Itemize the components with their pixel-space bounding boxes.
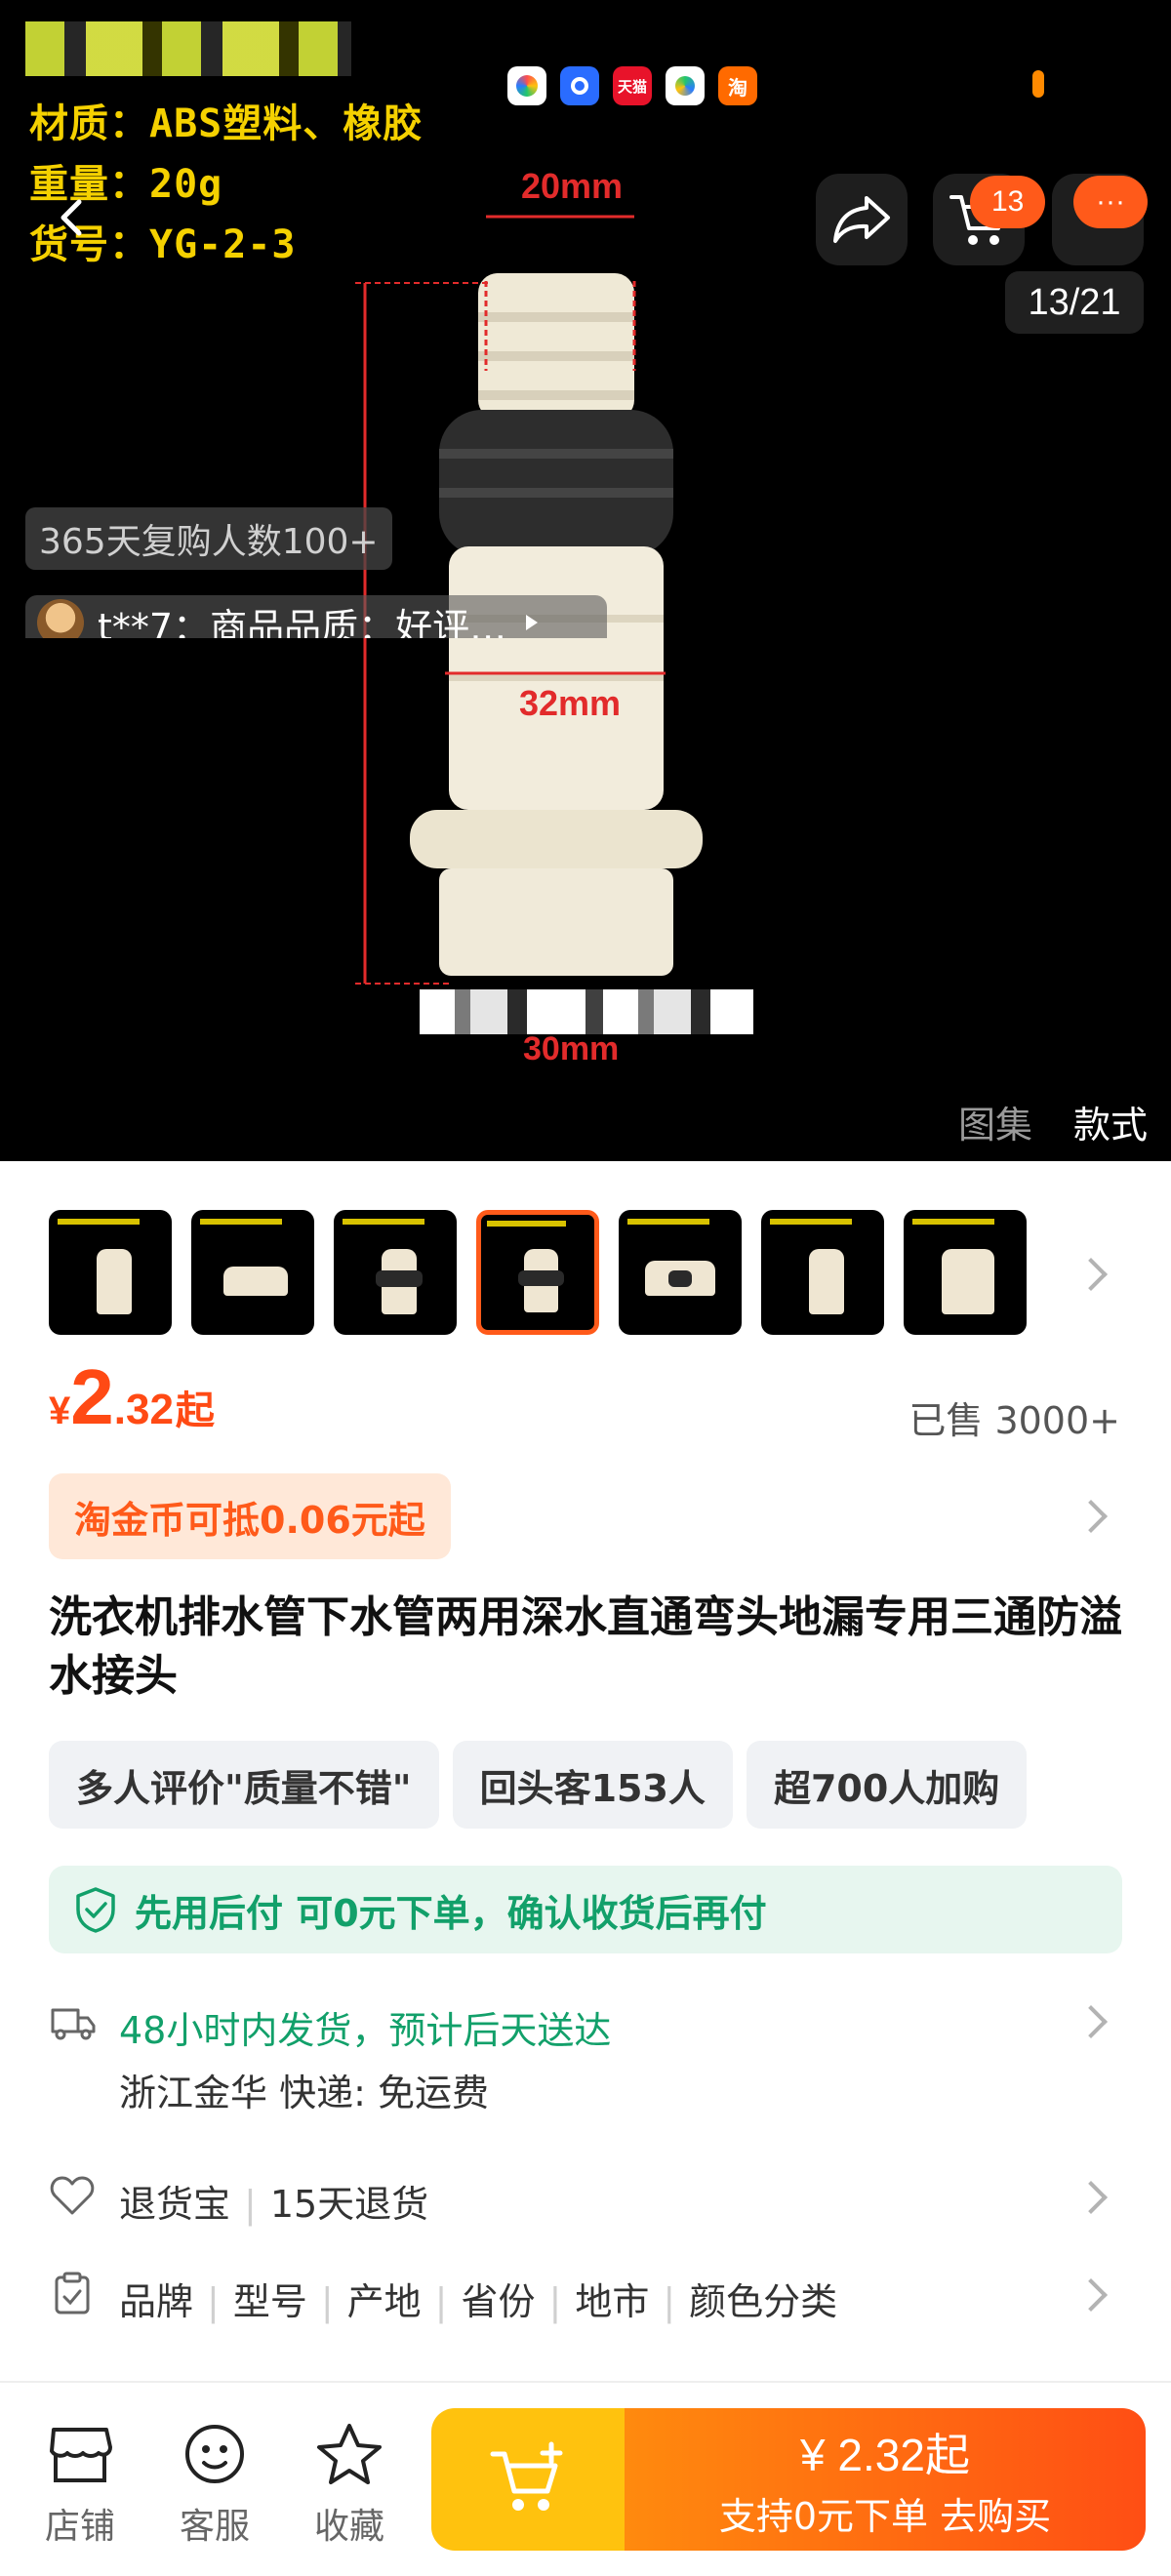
price-currency: ¥ (49, 1389, 71, 1432)
attribute-item: 型号 (232, 2280, 307, 2323)
shipping-origin-fee: 浙江金华 快递: 免运费 (119, 2072, 489, 2114)
buy-price: ¥ 2.32起 (800, 2429, 970, 2480)
style-thumbnails (49, 1210, 1027, 1335)
clipboard-icon (55, 2272, 90, 2314)
repurchase-badge: 365天复购人数100+ (25, 507, 392, 570)
add-to-cart-button[interactable] (431, 2408, 625, 2551)
highlight-chip[interactable]: 多人评价"质量不错" (49, 1741, 439, 1829)
purchase-cta: ¥ 2.32起 支持0元下单 去购买 (431, 2408, 1146, 2551)
returns-label: 退货宝 (119, 2183, 231, 2226)
share-icon (833, 196, 890, 243)
tab-styles[interactable]: 款式 (1073, 1095, 1148, 1148)
buy-subtitle: 支持0元下单 去购买 (718, 2494, 1052, 2538)
highlight-chip[interactable]: 回头客153人 (452, 1741, 733, 1829)
heart-icon (50, 2176, 95, 2215)
dimension-label: 32mm (519, 683, 622, 723)
price: ¥ 2 .32 起 (49, 1358, 215, 1436)
style-thumbnail[interactable] (49, 1210, 172, 1335)
tab-gallery[interactable]: 图集 (958, 1095, 1032, 1148)
style-thumbnail[interactable] (619, 1210, 742, 1335)
chevron-right-icon[interactable] (1074, 1258, 1108, 1291)
price-suffix: 起 (175, 1389, 215, 1432)
style-thumbnail[interactable] (761, 1210, 884, 1335)
style-thumbnail-selected[interactable] (476, 1210, 599, 1335)
chevron-left-icon (61, 199, 82, 236)
dimension-label: 20mm (521, 166, 624, 206)
service-label: 客服 (179, 2507, 250, 2547)
attribute-item: 产地 (346, 2280, 422, 2323)
chevron-right-icon[interactable] (1074, 1500, 1108, 1533)
taobao-icon: 淘 (718, 66, 757, 105)
app-icon (666, 66, 705, 105)
style-thumbnail[interactable] (904, 1210, 1027, 1335)
style-thumbnail[interactable] (191, 1210, 314, 1335)
style-thumbnail[interactable] (334, 1210, 457, 1335)
pay-later-text: 先用后付 可0元下单，确认收货后再付 (135, 1891, 767, 1935)
watermark-obscured (420, 989, 753, 1034)
spec-line: 材质：ABS塑料、橡胶 (29, 101, 424, 146)
status-app-icons: 天猫 淘 (507, 66, 757, 105)
attribute-item: 省份 (461, 2280, 536, 2323)
service-face-icon (185, 2425, 244, 2483)
truck-icon (51, 2008, 96, 2040)
star-icon (317, 2424, 382, 2484)
share-button[interactable] (816, 174, 908, 265)
dimension-label: 30mm (523, 1030, 620, 1067)
attribute-list: 品牌 | 型号 | 产地 | 省份 | 地市 | 颜色分类 (119, 2280, 838, 2323)
product-title: 洗衣机排水管下水管两用深水直通弯头地漏专用三通防溢水接头 (49, 1592, 1122, 1701)
attribute-item: 颜色分类 (689, 2280, 838, 2323)
app-icon (507, 66, 546, 105)
shop-label: 店铺 (44, 2507, 115, 2547)
image-counter: 13/21 (1005, 271, 1144, 334)
attributes-row[interactable]: 品牌 | 型号 | 产地 | 省份 | 地市 | 颜色分类 (49, 2270, 1122, 2324)
price-integer: 2 (70, 1353, 114, 1440)
avatar (37, 599, 84, 638)
cart-count-badge: 13 (970, 176, 1046, 228)
shield-check-icon (76, 1887, 115, 1933)
returns-row[interactable]: 退货宝 | 15天退货 (49, 2172, 1122, 2227)
shipping-row[interactable]: 48小时内发货，预计后天送达 浙江金华 快递: 免运费 (49, 1998, 1122, 2114)
shop-button[interactable]: 店铺 (21, 2422, 139, 2549)
more-icon: ··· (1073, 176, 1148, 228)
returns-info: 退货宝 | 15天退货 (119, 2183, 429, 2226)
highlight-chip[interactable]: 超700人加购 (746, 1741, 1028, 1829)
attribute-item: 品牌 (119, 2280, 194, 2323)
store-icon (50, 2428, 112, 2482)
favorite-button[interactable]: 收藏 (291, 2422, 408, 2549)
status-indicator (1032, 70, 1044, 98)
price-decimal: .32 (113, 1386, 174, 1433)
sold-count: 已售 3000+ (909, 1399, 1120, 1442)
product-image-gallery[interactable]: 天猫 淘 材质：ABS塑料、橡胶 重量：20g 货号：YG-2-3 20mm 3… (0, 0, 1171, 1161)
bottom-action-bar: 店铺 客服 收藏 ¥ 2.32起 支持0元下单 去购买 (0, 2381, 1171, 2576)
returns-value: 15天退货 (269, 2183, 429, 2226)
status-bar-obscured (25, 21, 351, 76)
buy-now-button[interactable]: ¥ 2.32起 支持0元下单 去购买 (625, 2408, 1146, 2551)
coin-discount-tag[interactable]: 淘金币可抵0.06元起 (49, 1473, 451, 1559)
add-cart-icon (490, 2441, 563, 2511)
favorite-label: 收藏 (313, 2507, 384, 2547)
review-text: t**7：商品品质：好评… (98, 606, 507, 638)
play-arrow-icon (526, 615, 539, 630)
app-icon (560, 66, 599, 105)
customer-service-button[interactable]: 客服 (156, 2422, 273, 2549)
pay-later-banner[interactable]: 先用后付 可0元下单，确认收货后再付 (49, 1866, 1122, 1953)
review-ticker[interactable]: t**7：商品品质：好评… (25, 595, 607, 638)
tmall-icon: 天猫 (613, 66, 652, 105)
delivery-estimate: 48小时内发货，预计后天送达 (119, 2009, 612, 2052)
attribute-item: 地市 (575, 2280, 650, 2323)
back-button[interactable] (27, 172, 119, 263)
highlight-chips: 多人评价"质量不错" 回头客153人 超700人加购 (49, 1741, 1028, 1829)
